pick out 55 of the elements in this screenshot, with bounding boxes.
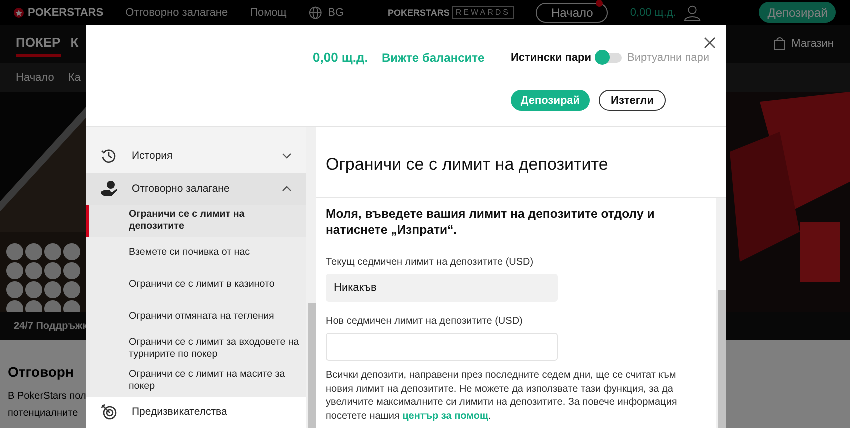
support-banner-text: 24/7 Поддръжк <box>14 320 88 332</box>
rewards-label: REWARDS <box>452 6 514 19</box>
top-nav-link[interactable]: Помощ <box>250 6 287 18</box>
hand-coin-icon <box>100 180 118 198</box>
field-label: Нов седмичен лимит на депозитите (USD) <box>326 316 524 327</box>
user-icon[interactable] <box>684 4 702 22</box>
rewards-logo: POKERSTARS <box>388 8 450 18</box>
target-icon <box>100 403 118 421</box>
withdraw-button[interactable]: Изтегли <box>599 90 666 111</box>
sidebar-subitem[interactable]: Ограничи отмяната на тегления <box>86 301 306 333</box>
history-icon <box>100 147 118 165</box>
globe-icon[interactable] <box>308 6 322 20</box>
sidebar-subitem[interactable]: Ограничи се с лимит за входовете на турнирите по покер <box>86 333 306 365</box>
chevron-down-icon[interactable] <box>282 153 292 159</box>
star-icon <box>14 8 24 18</box>
nav-tab[interactable]: К <box>70 31 79 57</box>
shop-link[interactable]: Магазин <box>792 38 834 50</box>
real-money-label[interactable]: Истински пари <box>511 52 592 64</box>
page-text: потенциалните <box>8 407 78 421</box>
sidebar-subitem[interactable]: Вземете си почивка от нас <box>86 237 306 269</box>
virtual-money-label[interactable]: Виртуални пари <box>628 52 710 64</box>
current-limit-field: Никакъв <box>326 274 558 302</box>
sidebar-item[interactable]: История <box>86 141 306 171</box>
home-button[interactable]: Начало <box>536 2 608 22</box>
new-limit-input[interactable] <box>326 333 558 361</box>
subnav-link[interactable]: Ка <box>68 72 81 84</box>
money-mode-toggle[interactable] <box>596 52 622 62</box>
modal-balance: 0,00 щ.д. <box>313 50 370 65</box>
page-text: В PokerStars пол <box>8 390 86 404</box>
language-selector[interactable]: BG <box>328 6 344 18</box>
sidebar-item[interactable]: Предизвикателства <box>86 397 306 427</box>
section-title: Ограничи се с лимит на депозитите <box>326 155 608 175</box>
view-balances-link[interactable]: Вижте балансите <box>382 50 511 64</box>
scrollbar-thumb[interactable] <box>718 290 726 428</box>
sidebar-subitem[interactable]: Ограничи се с лимит на масите за покер <box>86 365 306 397</box>
info-text: Всички депозити, направени през последните седем дни, ще се считат към новия лимит на депозитите. Не можете да използвате тази функция, за да увеличите максималните си лимити на депозитите. За повече информация посетете нашия център за помощ. <box>326 369 678 423</box>
shopping-bag-icon[interactable] <box>774 37 786 51</box>
sidebar-subitem[interactable]: Ограничи се с лимит в казиното <box>86 269 306 301</box>
sidebar-item[interactable]: Отговорно залагане <box>86 173 306 205</box>
chevron-up-icon[interactable] <box>282 186 292 192</box>
top-nav-link[interactable]: Отговорно залагане <box>126 6 228 18</box>
sidebar-subitem[interactable]: Ограничи се с лимит на депозитите <box>86 205 306 237</box>
balance-amount: 0,00 щ.д. <box>630 6 676 18</box>
instruction-text: Моля, въведете вашия лимит на депозитите отдолу и натиснете „Изпрати“. <box>326 206 656 238</box>
notification-dot <box>596 0 604 6</box>
scrollbar-thumb[interactable] <box>308 303 316 428</box>
help-center-link[interactable]: център за помощ <box>402 410 488 422</box>
close-icon[interactable] <box>702 35 718 51</box>
scrollbar[interactable] <box>716 198 726 428</box>
field-label: Текущ седмичен лимит на депозитите (USD) <box>326 257 535 268</box>
page-heading: Отговорн <box>8 364 74 380</box>
subnav-link[interactable]: Начало <box>16 72 54 84</box>
nav-tab[interactable]: ПОКЕР <box>16 31 61 57</box>
deposit-button[interactable]: Депозирай <box>511 90 590 111</box>
brand-logo[interactable]: POKERSTARS <box>14 6 104 18</box>
